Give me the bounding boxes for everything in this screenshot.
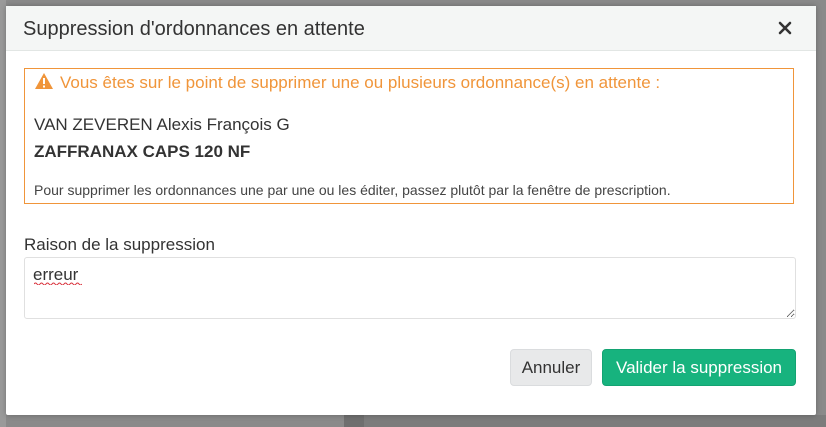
delete-pending-prescriptions-dialog: Suppression d'ordonnances en attente Vou…: [6, 6, 816, 415]
spellcheck-underline: [34, 282, 82, 285]
warning-message-text: Vous êtes sur le point de supprimer une …: [60, 73, 661, 92]
background-divider: [344, 415, 364, 427]
dialog-title: Suppression d'ordonnances en attente: [23, 18, 365, 40]
confirm-delete-button[interactable]: Valider la suppression: [602, 349, 796, 386]
close-icon[interactable]: [776, 19, 794, 37]
warning-triangle-icon: [34, 72, 54, 95]
background-panel-right: [364, 415, 826, 427]
warning-box: Vous êtes sur le point de supprimer une …: [24, 68, 794, 204]
cancel-button[interactable]: Annuler: [510, 349, 592, 386]
reason-label: Raison de la suppression: [24, 235, 215, 254]
dialog-header: Suppression d'ordonnances en attente: [6, 6, 816, 51]
info-text: Pour supprimer les ordonnances une par u…: [34, 182, 671, 198]
warning-message: Vous êtes sur le point de supprimer une …: [34, 72, 660, 95]
patient-name: VAN ZEVEREN Alexis François G: [34, 115, 290, 134]
drug-name: ZAFFRANAX CAPS 120 NF: [34, 142, 251, 161]
reason-textarea[interactable]: erreur: [24, 257, 796, 319]
